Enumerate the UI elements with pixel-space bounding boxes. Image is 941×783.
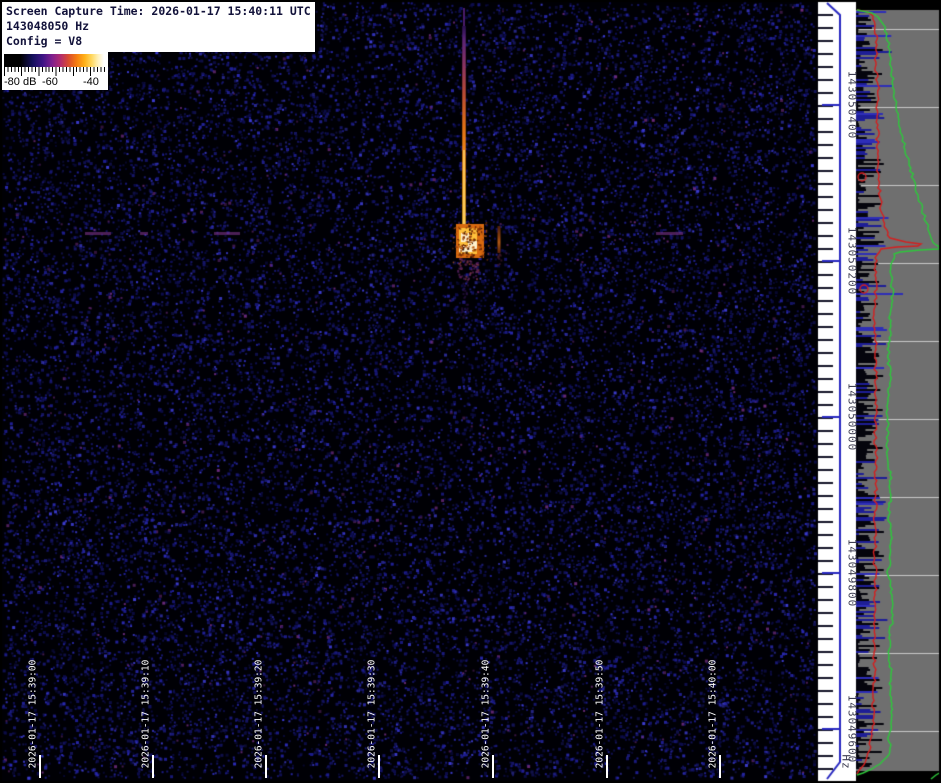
- frequency-axis-label: 143050000: [846, 383, 859, 452]
- frequency-axis-label: 143049800: [846, 539, 859, 608]
- time-axis-label: 2026-01-17 15:40:00: [708, 660, 719, 769]
- colorbar-ticks: [4, 67, 106, 76]
- config-text: Config = V8: [6, 34, 311, 49]
- frequency-axis-label: 143049600: [846, 695, 859, 764]
- time-axis-tick: [152, 755, 154, 778]
- time-axis-tick: [606, 755, 608, 778]
- colorbar-label-max: -40: [83, 76, 99, 88]
- capture-info-box: Screen Capture Time: 2026-01-17 15:40:11…: [2, 2, 315, 52]
- time-axis-tick: [39, 755, 41, 778]
- time-axis-tick: [378, 755, 380, 778]
- colorbar-label-min: -80 dB: [4, 76, 36, 88]
- intensity-colorbar: -80 dB -60 -40: [2, 52, 108, 90]
- time-axis-tick: [265, 755, 267, 778]
- time-axis-tick: [492, 755, 494, 778]
- colorbar-labels: -80 dB -60 -40: [2, 76, 108, 89]
- capture-time-text: Screen Capture Time: 2026-01-17 15:40:11…: [6, 4, 311, 19]
- time-axis-label: 2026-01-17 15:39:10: [141, 660, 152, 769]
- frequency-axis-label: 143050400: [846, 71, 859, 140]
- time-axis-label: 2026-01-17 15:39:00: [28, 660, 39, 769]
- time-axis-label: 2026-01-17 15:39:20: [254, 660, 265, 769]
- time-axis-label: 2026-01-17 15:39:30: [367, 660, 378, 769]
- time-axis-label: 2026-01-17 15:39:40: [481, 660, 492, 769]
- time-axis-tick: [719, 755, 721, 778]
- colorbar-label-mid: -60: [42, 76, 58, 88]
- frequency-axis-label: 143050200: [846, 227, 859, 296]
- spectrogram-app-window: Screen Capture Time: 2026-01-17 15:40:11…: [0, 0, 941, 783]
- colorbar-gradient: [4, 54, 106, 67]
- time-axis-label: 2026-01-17 15:39:50: [595, 660, 606, 769]
- capture-frequency-text: 143048050 Hz: [6, 19, 311, 34]
